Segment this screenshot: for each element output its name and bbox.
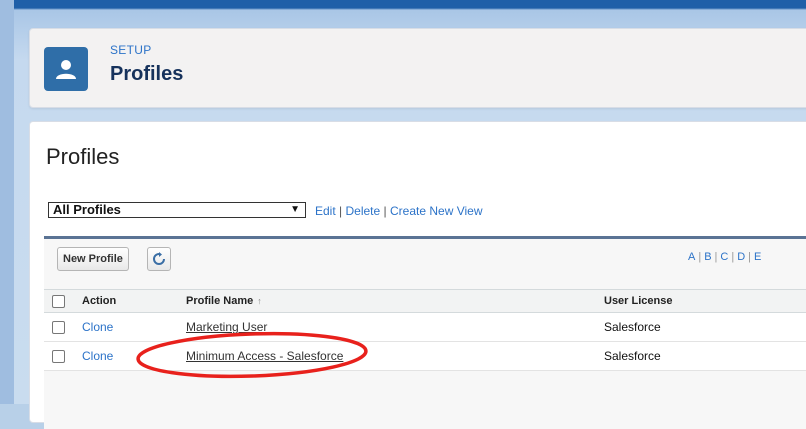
sort-ascending-icon: ↑ xyxy=(257,296,262,306)
column-header-user-license[interactable]: User License xyxy=(604,289,806,313)
left-edge xyxy=(0,0,14,404)
select-all-checkbox[interactable] xyxy=(52,294,65,308)
alpha-e-link[interactable]: E xyxy=(754,251,761,263)
profile-name-cell: Marketing User xyxy=(186,312,604,342)
view-select-value: All Profiles xyxy=(53,202,121,217)
table-row: Clone Marketing User Salesforce xyxy=(44,312,806,342)
row-checkbox[interactable] xyxy=(52,350,65,364)
alpha-b-link[interactable]: B xyxy=(704,251,711,263)
alpha-d-link[interactable]: D xyxy=(737,251,745,263)
profile-link[interactable]: Marketing User xyxy=(186,320,267,334)
new-profile-button[interactable]: New Profile xyxy=(57,247,129,271)
profile-link[interactable]: Minimum Access - Salesforce xyxy=(186,349,343,363)
row-select-cell xyxy=(44,312,82,342)
clone-link[interactable]: Clone xyxy=(82,349,113,363)
table-row: Clone Minimum Access - Salesforce Salesf… xyxy=(44,341,806,371)
view-select[interactable]: All Profiles ▼ xyxy=(48,202,306,218)
alpha-c-link[interactable]: C xyxy=(720,251,728,263)
profile-name-cell: Minimum Access - Salesforce xyxy=(186,341,604,371)
alpha-a-link[interactable]: A xyxy=(688,251,695,263)
profile-list: New Profile A | B | C | D | E Action Profile Nam… xyxy=(44,236,806,429)
profiles-panel: Profiles All Profiles ▼ Edit | Delete | … xyxy=(29,121,806,429)
delete-view-link[interactable]: Delete xyxy=(346,204,381,218)
profiles-table: Action Profile Name ↑ User License Clone … xyxy=(44,289,806,371)
header-section-label: SETUP xyxy=(110,43,152,57)
user-license-cell: Salesforce xyxy=(604,341,806,371)
clone-link[interactable]: Clone xyxy=(82,320,113,334)
column-header-action: Action xyxy=(82,289,186,313)
link-separator: | xyxy=(383,204,387,218)
action-cell: Clone xyxy=(82,312,186,342)
list-toolbar: New Profile A | B | C | D | E xyxy=(44,239,806,285)
view-links: Edit | Delete | Create New View xyxy=(315,204,482,218)
alpha-filter: A | B | C | D | E xyxy=(688,251,762,263)
page-header: SETUP Profiles xyxy=(29,28,806,108)
chevron-down-icon: ▼ xyxy=(290,204,300,215)
refresh-icon xyxy=(153,252,165,265)
edit-view-link[interactable]: Edit xyxy=(315,204,336,218)
link-separator: | xyxy=(339,204,343,218)
user-license-cell: Salesforce xyxy=(604,312,806,342)
user-icon xyxy=(44,47,88,91)
row-select-cell xyxy=(44,341,82,371)
page-title: Profiles xyxy=(110,63,184,85)
select-all-cell xyxy=(44,289,82,313)
refresh-button[interactable] xyxy=(147,247,171,271)
action-cell: Clone xyxy=(82,341,186,371)
create-view-link[interactable]: Create New View xyxy=(390,204,482,218)
column-header-profile-name[interactable]: Profile Name ↑ xyxy=(186,289,604,313)
column-header-profile-name-label: Profile Name xyxy=(186,295,254,307)
row-checkbox[interactable] xyxy=(52,321,65,335)
page-heading: Profiles xyxy=(46,144,120,169)
table-header-row: Action Profile Name ↑ User License xyxy=(44,289,806,313)
